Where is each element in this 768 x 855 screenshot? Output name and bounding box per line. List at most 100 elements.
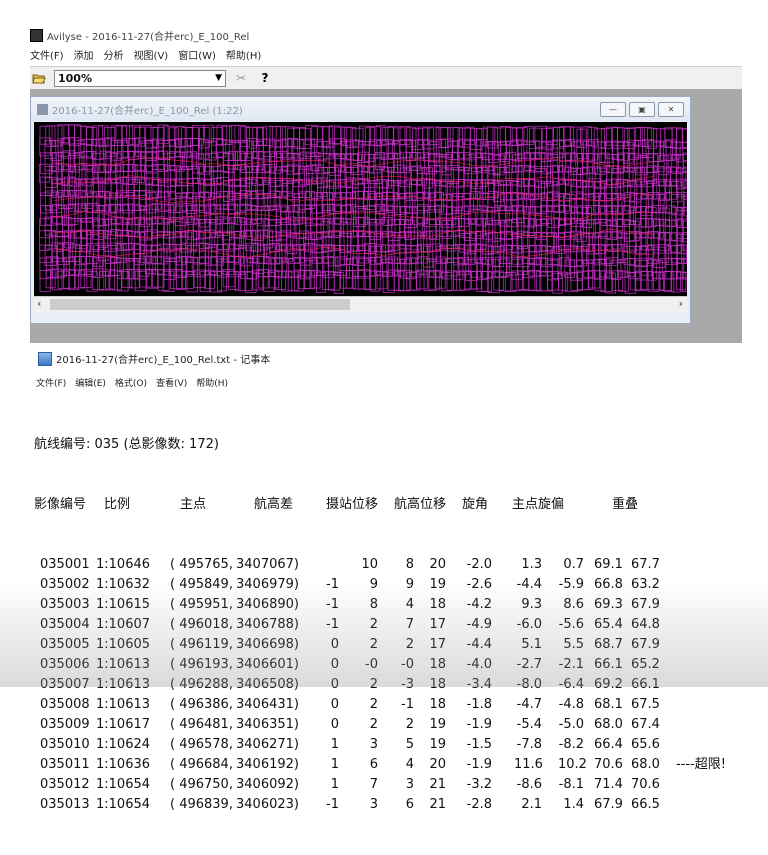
table-cell: 68.0 xyxy=(631,757,660,772)
footprint-frame xyxy=(240,257,254,279)
table-cell: 035005 xyxy=(40,637,90,652)
help-pointer-icon[interactable]: ? xyxy=(256,69,274,87)
footprint-frame xyxy=(110,257,121,276)
table-cell: 035010 xyxy=(40,737,90,752)
footprint-frame xyxy=(463,193,475,212)
notepad-titlebar[interactable]: 2016-11-27(合并erc)_E_100_Rel.txt - 记事本 xyxy=(38,351,270,366)
footprint-frame xyxy=(292,179,303,198)
footprint-frame xyxy=(381,166,393,189)
table-cell: ( 496288, xyxy=(170,677,233,692)
scroll-left-icon[interactable]: ‹ xyxy=(37,297,41,310)
np-menu-help[interactable]: 帮助(H) xyxy=(196,376,228,389)
open-folder-icon[interactable] xyxy=(30,69,48,87)
footprint-frame xyxy=(564,139,575,161)
footprint-frame xyxy=(599,193,612,214)
table-cell: -4.2 xyxy=(466,597,492,612)
restore-button[interactable]: ▣ xyxy=(629,102,655,117)
table-cell: ( 496839, xyxy=(170,797,233,812)
footprint-frame xyxy=(158,178,169,198)
table-cell: 69.1 xyxy=(594,557,623,572)
table-cell: 70.6 xyxy=(594,757,623,772)
table-row: 035001 1:10646 ( 495765, 3407067) 10 8 20 -2.0 1… xyxy=(34,555,660,575)
table-row: 035006 1:10613 ( 496193, 3406601) 0 -0 -0 18 -4.… xyxy=(34,655,660,675)
table-row: 035005 1:10605 ( 496119, 3406698) 0 2 2 17 -4.4 5… xyxy=(34,635,660,655)
table-cell: 1:10613 xyxy=(96,657,151,672)
horizontal-scrollbar[interactable]: ‹ › xyxy=(34,296,687,313)
np-menu-view[interactable]: 查看(V) xyxy=(156,376,187,389)
footprint-frame xyxy=(62,242,74,262)
table-cell: 035002 xyxy=(40,577,90,592)
table-cell: -8.1 xyxy=(558,777,584,792)
menu-add[interactable]: 添加 xyxy=(74,47,94,62)
table-cell: 3406351) xyxy=(236,717,299,732)
table-cell: 20 xyxy=(429,757,446,772)
footprint-frame xyxy=(269,126,282,148)
footprint-frame xyxy=(116,176,127,198)
notepad-window: 2016-11-27(合并erc)_E_100_Rel.txt - 记事本 文件… xyxy=(30,343,742,812)
table-cell: 19 xyxy=(429,577,446,592)
footprint-frame xyxy=(364,126,375,146)
table-cell: 11.6 xyxy=(514,757,543,772)
child-window-titlebar[interactable]: 2016-11-27(合并erc)_E_100_Rel (1:22) xyxy=(31,97,690,121)
table-cell: -2.7 xyxy=(516,657,542,672)
footprint-frame xyxy=(274,270,287,291)
map-child-window: 2016-11-27(合并erc)_E_100_Rel (1:22) — ▣ ✕… xyxy=(30,96,691,324)
table-cell: ( 496578, xyxy=(170,737,233,752)
np-menu-file[interactable]: 文件(F) xyxy=(36,376,66,389)
footprint-frame xyxy=(163,165,176,187)
minimize-button[interactable]: — xyxy=(600,102,626,117)
table-cell: -7.8 xyxy=(516,737,542,752)
table-cell: ( 496119, xyxy=(170,637,233,652)
footprint-frame xyxy=(198,256,210,276)
table-cell: 3406788) xyxy=(236,617,299,632)
table-cell: 1:10636 xyxy=(96,757,151,772)
table-cell: 6 xyxy=(369,757,378,772)
footprint-frame xyxy=(417,243,429,264)
footprint-frame xyxy=(434,180,447,200)
footprint-frame xyxy=(305,218,318,241)
table-cell: 68.1 xyxy=(594,697,623,712)
scissors-icon[interactable]: ✂ xyxy=(232,69,250,87)
table-cell: 1:10617 xyxy=(96,717,151,732)
menu-analyze[interactable]: 分析 xyxy=(104,47,124,62)
table-cell: 63.2 xyxy=(631,577,660,592)
notepad-menubar: 文件(F) 编辑(E) 格式(O) 查看(V) 帮助(H) xyxy=(36,376,228,389)
footprint-frame xyxy=(381,258,393,277)
footprint-frame xyxy=(211,178,222,198)
menu-help[interactable]: 帮助(H) xyxy=(226,47,261,62)
footprint-frame xyxy=(682,152,687,172)
table-cell: 10 xyxy=(361,557,378,572)
table-cell: ( 495849, xyxy=(170,577,233,592)
table-cell: 4 xyxy=(405,757,414,772)
zoom-select[interactable]: 100% ▼ xyxy=(54,69,226,87)
np-menu-format[interactable]: 格式(O) xyxy=(115,376,147,389)
close-button[interactable]: ✕ xyxy=(658,102,684,117)
footprint-frame xyxy=(116,151,129,173)
table-cell: -5.4 xyxy=(516,717,542,732)
table-cell: 66.4 xyxy=(594,737,623,752)
table-cell: ----超限! xyxy=(676,757,726,772)
menu-view[interactable]: 视图(V) xyxy=(134,47,169,62)
table-cell: -1 xyxy=(326,597,339,612)
np-menu-edit[interactable]: 编辑(E) xyxy=(75,376,106,389)
table-cell: 035012 xyxy=(40,777,90,792)
table-cell: 3 xyxy=(369,797,378,812)
table-cell: 65.2 xyxy=(631,657,660,672)
menu-window[interactable]: 窗口(W) xyxy=(178,47,216,62)
table-cell: 69.2 xyxy=(594,677,623,692)
app-title-bar: Avilyse - 2016-11-27(合并erc)_E_100_Rel xyxy=(30,28,249,43)
footprint-frame xyxy=(264,219,277,238)
table-cell: -8.6 xyxy=(516,777,542,792)
footprint-frame xyxy=(310,270,321,289)
table-cell: 67.9 xyxy=(631,637,660,652)
table-cell: -5.0 xyxy=(558,717,584,732)
menu-file[interactable]: 文件(F) xyxy=(30,47,64,62)
footprint-frame xyxy=(642,139,654,158)
table-row: 035012 1:10654 ( 496750, 3406092) 1 7 3 21 -3.2 -… xyxy=(34,775,660,795)
table-row: 035010 1:10624 ( 496578, 3406271) 1 3 5 19 -1.5 -… xyxy=(34,735,660,755)
footprint-canvas[interactable] xyxy=(34,122,687,296)
notepad-text-area[interactable]: 航线编号: 035 (总影像数: 172) 影像编号 比例 主点 航高差 摄站位… xyxy=(34,395,726,855)
scroll-right-icon[interactable]: › xyxy=(679,297,683,310)
footprint-frame xyxy=(410,245,422,264)
scroll-thumb[interactable] xyxy=(50,299,350,310)
